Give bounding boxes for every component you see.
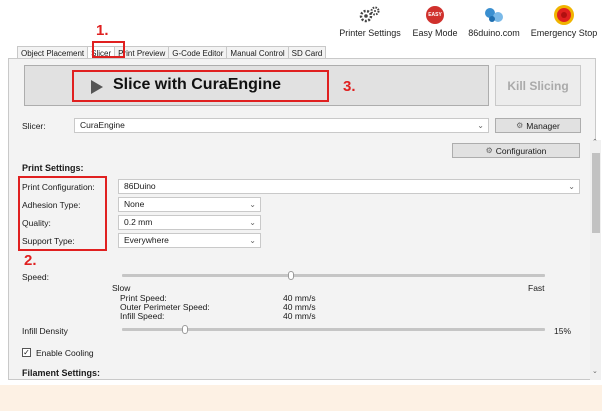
annotation-number-2: 2. [24,252,37,269]
quality-select[interactable]: 0.2 mm ⌄ [118,215,261,230]
printer-settings-button[interactable]: Printer Settings [333,4,407,38]
annotation-box-slicer-tab [92,41,125,58]
manager-button[interactable]: ⚙ Manager [495,118,581,133]
emergency-stop-label: Emergency Stop [530,28,598,38]
86duino-label: 86duino.com [468,28,520,38]
speed-slow-label: Slow [112,283,131,293]
infill-density-value: 15% [554,326,572,336]
configuration-label: Configuration [495,145,547,156]
status-bar [0,385,602,411]
infill-speed-value: 40 mm/s [283,311,316,321]
scroll-up-icon[interactable]: ⌃ [592,138,598,146]
quality-value: 0.2 mm [124,217,153,227]
annotation-number-3: 3. [343,78,356,95]
chevron-down-icon: ⌄ [249,236,256,245]
speed-label: Speed: [22,272,49,282]
speed-slider-track[interactable] [122,274,545,277]
speed-fast-label: Fast [528,283,545,293]
printer-settings-label: Printer Settings [339,28,401,38]
stop-icon [528,4,600,26]
adhesion-type-value: None [124,199,145,209]
kill-slicing-button[interactable]: Kill Slicing [495,65,581,106]
speed-slider-thumb[interactable] [288,271,295,280]
infill-speed-label: Infill Speed: [120,311,165,321]
scrollbar-thumb[interactable] [592,153,600,233]
slicer-label: Slicer: [22,121,46,131]
enable-cooling-label: Enable Cooling [36,348,94,358]
adhesion-type-select[interactable]: None ⌄ [118,197,261,212]
scroll-down-icon[interactable]: ⌄ [592,367,598,375]
gears-icon [333,4,407,26]
support-type-select[interactable]: Everywhere ⌄ [118,233,261,248]
print-configuration-select[interactable]: 86Duino ⌄ [118,179,580,194]
annotation-number-1: 1. [96,22,109,39]
chevron-down-icon: ⌄ [249,200,256,209]
annotation-box-slice-button [72,70,329,102]
86duino-link[interactable]: 86duino.com [463,4,525,38]
annotation-box-print-settings [18,176,107,251]
gear-icon: ⚙ [516,121,524,130]
slicer-select[interactable]: CuraEngine ⌄ [74,118,489,133]
print-configuration-value: 86Duino [124,181,156,191]
checkmark-icon: ✓ [23,348,30,357]
chevron-down-icon: ⌄ [568,182,575,191]
infill-density-label: Infill Density [22,326,68,336]
slicer-value: CuraEngine [80,120,125,130]
gear-icon: ⚙ [485,146,493,155]
emergency-stop-button[interactable]: Emergency Stop [528,4,600,38]
easy-mode-label: Easy Mode [412,28,458,38]
manager-label: Manager [526,120,560,131]
configuration-button[interactable]: ⚙ Configuration [452,143,580,158]
chevron-down-icon: ⌄ [249,218,256,227]
support-type-value: Everywhere [124,235,169,245]
web-icon [463,4,525,26]
chevron-down-icon: ⌄ [477,121,484,130]
filament-settings-heading: Filament Settings: [22,368,101,378]
print-settings-heading: Print Settings: [22,163,84,173]
enable-cooling-checkbox[interactable]: ✓ [22,348,31,357]
easy-icon: EASY [426,6,444,24]
easy-mode-button[interactable]: EASY Easy Mode [409,4,461,38]
